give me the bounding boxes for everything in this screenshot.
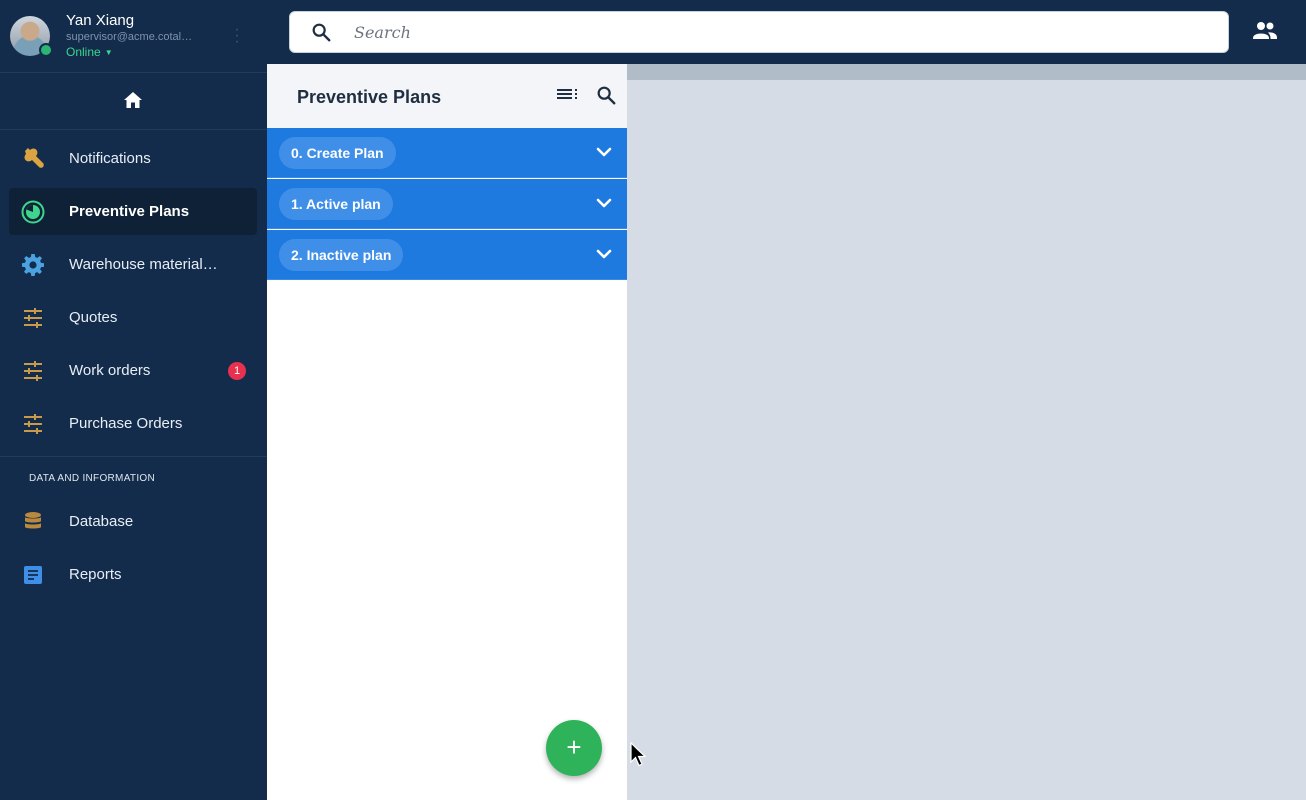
preventive-plans-panel: Preventive Plans 0. Create Plan 1. Activ…	[267, 64, 627, 800]
group-chip: 1. Active plan	[279, 188, 393, 220]
user-status-label: Online	[66, 45, 101, 59]
panel-title: Preventive Plans	[297, 87, 442, 107]
search-icon	[312, 23, 331, 42]
panel-header: Preventive Plans	[267, 64, 627, 128]
group-row-inactive-plan[interactable]: 2. Inactive plan	[267, 230, 627, 280]
sliders-icon	[24, 308, 42, 328]
group-chip: 0. Create Plan	[279, 137, 396, 169]
sidebar-item-reports[interactable]: Reports	[9, 551, 257, 598]
list-view-icon[interactable]	[556, 84, 578, 106]
sliders-icon	[24, 361, 42, 381]
sidebar-item-notifications[interactable]: Notifications	[9, 135, 257, 182]
sidebar-item-label: Warehouse material…	[69, 256, 218, 273]
group-chip: 2. Inactive plan	[279, 239, 404, 271]
top-bar	[267, 0, 1306, 64]
chevron-down-icon[interactable]	[594, 144, 614, 162]
user-email: supervisor@acme.cotal…	[66, 31, 193, 43]
home-button[interactable]	[0, 73, 267, 130]
add-plan-button[interactable]: +	[546, 720, 602, 776]
detail-area	[627, 64, 1306, 800]
detail-toolbar-strip	[627, 64, 1306, 80]
user-name: Yan Xiang	[66, 12, 135, 29]
sidebar-item-purchase-orders[interactable]: Purchase Orders	[9, 400, 257, 447]
sidebar-item-preventive-plans[interactable]: Preventive Plans	[9, 188, 257, 235]
sliders-icon	[24, 414, 42, 434]
people-icon[interactable]	[1252, 20, 1278, 42]
wrench-icon	[24, 148, 44, 168]
sidebar-item-work-orders[interactable]: Work orders 1	[9, 347, 257, 394]
sidebar-item-label: Preventive Plans	[69, 203, 190, 220]
more-vert-icon[interactable]: · · ·	[232, 22, 242, 50]
sidebar-item-warehouse-material[interactable]: Warehouse material…	[9, 241, 257, 288]
online-status-dot	[39, 43, 53, 57]
sidebar-item-label: Reports	[69, 566, 122, 583]
notification-badge: 1	[228, 362, 246, 380]
timer-icon	[21, 200, 45, 224]
sidebar-item-label: Work orders	[69, 362, 151, 379]
sidebar-item-label: Quotes	[69, 309, 118, 326]
database-icon	[25, 512, 41, 529]
sidebar-item-label: Notifications	[69, 150, 151, 167]
user-status-dropdown[interactable]: Online ▼	[66, 45, 113, 59]
sidebar-item-label: Database	[69, 513, 134, 530]
search-input[interactable]	[354, 20, 1194, 44]
sidebar-divider	[0, 456, 267, 457]
global-search[interactable]	[289, 11, 1229, 53]
group-row-active-plan[interactable]: 1. Active plan	[267, 179, 627, 229]
mouse-cursor-icon	[630, 742, 647, 767]
search-icon[interactable]	[595, 84, 617, 106]
sidebar-item-quotes[interactable]: Quotes	[9, 294, 257, 341]
group-row-create-plan[interactable]: 0. Create Plan	[267, 128, 627, 178]
sidebar: Yan Xiang supervisor@acme.cotal… Online ▼…	[0, 0, 267, 800]
sidebar-item-label: Purchase Orders	[69, 415, 183, 432]
chevron-down-icon[interactable]	[594, 195, 614, 213]
gear-icon	[22, 254, 44, 276]
sidebar-item-database[interactable]: Database	[9, 498, 257, 545]
user-profile[interactable]: Yan Xiang supervisor@acme.cotal… Online ▼…	[0, 0, 267, 73]
home-icon	[124, 92, 142, 108]
sidebar-section-title: DATA AND INFORMATION	[29, 473, 156, 484]
document-icon	[24, 566, 42, 584]
chevron-down-icon[interactable]	[594, 246, 614, 264]
caret-down-icon: ▼	[104, 48, 113, 58]
